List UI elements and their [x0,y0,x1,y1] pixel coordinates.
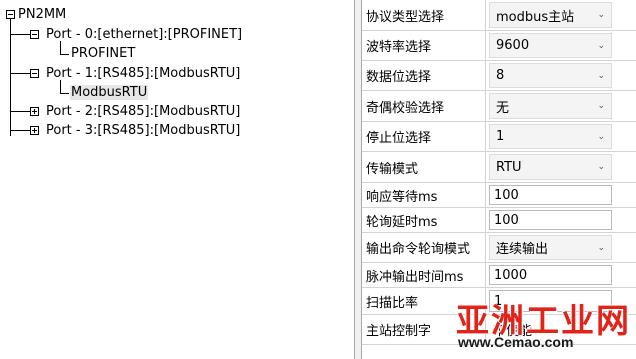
collapse-port0-icon[interactable] [30,30,39,39]
prop-label: 数据位选择 [362,61,486,90]
prop-row-pulse-time: 脉冲输出时间ms 1000 [362,263,636,288]
response-wait-field[interactable]: 100 [489,185,612,205]
chevron-down-icon: ⌄ [597,131,605,142]
tree-node-root[interactable]: PN2MM [17,5,67,24]
chevron-down-icon: ⌄ [597,101,605,111]
select-value: 1 [496,129,505,144]
select-value: 连续输出 [496,242,549,257]
prop-row-databits: 数据位选择 8 ⌄ [362,61,636,91]
tree-node-label: Port - 3:[RS485]:[ModbusRTU] [46,123,241,138]
select-value: RTU [496,159,522,175]
output-poll-mode-select[interactable]: 连续输出 ⌄ [489,235,612,260]
tree-node-label: PN2MM [18,7,67,22]
tree-node-port3[interactable]: Port - 3:[RS485]:[ModbusRTU] [45,121,241,140]
tree-node-modbusrtu[interactable]: ModbusRTU [70,83,149,102]
tree-node-label: PROFINET [71,46,136,61]
tree-node-label: Port - 1:[RS485]:[ModbusRTU] [46,66,241,81]
prop-row-baudrate: 波特率选择 9600 ⌄ [362,31,636,61]
field-value: 1000 [494,267,528,283]
collapse-port1-icon[interactable] [30,69,39,78]
prop-row-transmode: 传输模式 RTU ⌄ [362,152,636,183]
select-value: 无 [496,100,510,116]
chevron-down-icon: ⌄ [597,70,605,81]
tree-node-port2[interactable]: Port - 2:[RS485]:[ModbusRTU] [45,102,241,121]
prop-row-master-control: 主站控制字 不使能 [362,315,636,345]
prop-label: 协议类型选择 [362,0,486,30]
tree-node-port0[interactable]: Port - 0:[ethernet]:[PROFINET] [45,25,243,44]
field-value: 1 [494,293,503,309]
poll-delay-field[interactable]: 100 [489,210,612,230]
prop-label: 停止位选择 [362,122,486,151]
prop-label: 脉冲输出时间ms [362,263,486,287]
transmode-select[interactable]: RTU ⌄ [489,154,612,180]
tree-node-profinet[interactable]: PROFINET [70,44,136,63]
scan-ratio-field[interactable]: 1 [489,290,612,312]
prop-label: 传输模式 [362,152,486,182]
select-value: 8 [496,68,505,83]
expand-port3-icon[interactable] [30,126,39,135]
prop-label: 波特率选择 [362,31,486,60]
prop-label: 轮询延时ms [362,208,486,232]
prop-row-protocol: 协议类型选择 modbus主站 ⌄ [362,0,636,31]
baudrate-select[interactable]: 9600 ⌄ [489,33,612,58]
prop-label: 奇偶校验选择 [362,91,486,121]
property-grid: 协议类型选择 modbus主站 ⌄ 波特率选择 9600 ⌄ 数据位选择 8 ⌄… [362,0,636,359]
prop-label: 响应等待ms [362,183,486,207]
prop-row-parity: 奇偶校验选择 无 ⌄ [362,91,636,122]
field-value: 100 [494,212,519,228]
prop-row-scan-ratio: 扫描比率 1 [362,288,636,315]
tree-node-port1[interactable]: Port - 1:[RS485]:[ModbusRTU] [45,64,241,83]
chevron-down-icon: ⌄ [597,162,605,172]
master-control-value[interactable]: 不使能 [493,315,532,344]
databits-select[interactable]: 8 ⌄ [489,63,612,88]
protocol-select[interactable]: modbus主站 ⌄ [489,2,612,28]
prop-label: 主站控制字 [362,315,486,344]
stopbits-select[interactable]: 1 ⌄ [489,124,612,149]
select-value: 9600 [496,38,530,53]
expand-port2-icon[interactable] [30,107,39,116]
field-value: 100 [494,187,519,203]
collapse-root-icon[interactable] [6,10,15,19]
parity-select[interactable]: 无 ⌄ [489,93,612,119]
prop-label: 输出命令轮询模式 [362,233,486,262]
chevron-down-icon: ⌄ [597,242,605,253]
prop-row-response-wait: 响应等待ms 100 [362,183,636,208]
pulse-time-field[interactable]: 1000 [489,265,612,285]
prop-row-poll-delay: 轮询延时ms 100 [362,208,636,233]
prop-row-stopbits: 停止位选择 1 ⌄ [362,122,636,152]
tree-node-label: ModbusRTU [70,85,149,100]
chevron-down-icon: ⌄ [597,40,605,51]
prop-label: 扫描比率 [362,288,486,314]
prop-row-output-poll-mode: 输出命令轮询模式 连续输出 ⌄ [362,233,636,263]
chevron-down-icon: ⌄ [597,10,605,20]
tree-node-label: Port - 0:[ethernet]:[PROFINET] [46,27,243,42]
select-value: modbus主站 [496,9,575,25]
panel-splitter[interactable] [354,0,362,359]
tree-node-label: Port - 2:[RS485]:[ModbusRTU] [46,104,241,119]
device-tree: PN2MM Port - 0:[ethernet]:[PROFINET] PRO… [0,0,354,359]
